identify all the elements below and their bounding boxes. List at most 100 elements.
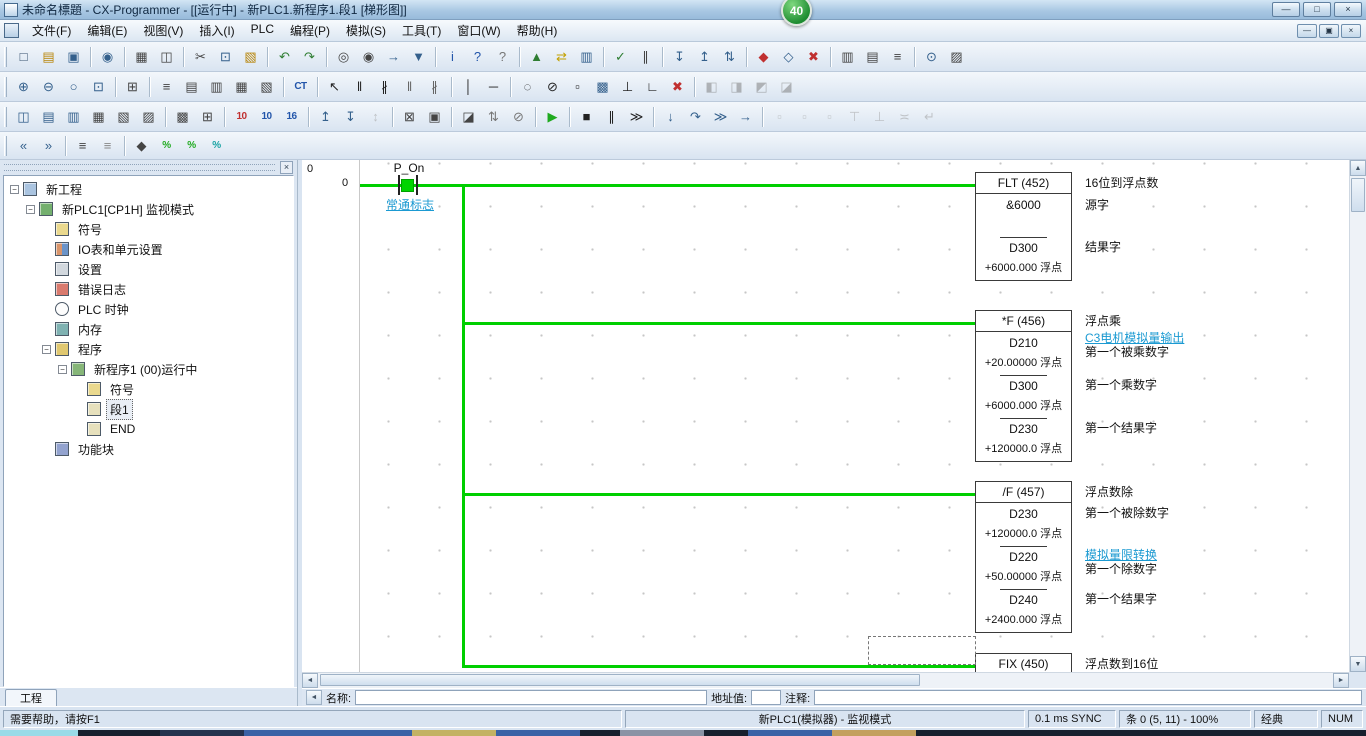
address-reference-tool-icon[interactable]: ▩	[171, 105, 194, 128]
step-into-icon[interactable]: ↓	[659, 105, 682, 128]
horizontal-scroll-thumb[interactable]	[320, 674, 920, 686]
tree-item[interactable]: 设置	[4, 259, 293, 279]
taskbar-app[interactable]	[160, 730, 244, 736]
online-edit-cancel-icon[interactable]: ⊘	[507, 105, 530, 128]
tree-item[interactable]: PLC 时钟	[4, 299, 293, 319]
menu-item[interactable]: 模拟(S)	[338, 20, 394, 41]
operand-row[interactable]: D230+120000.0 浮点	[976, 418, 1071, 461]
go-next-reference-icon[interactable]: ↧	[339, 105, 362, 128]
download-to-plc-icon[interactable]: ↧	[668, 45, 691, 68]
force-cancel-icon[interactable]: ✖	[802, 45, 825, 68]
io-comment-view-icon[interactable]: ≡	[886, 45, 909, 68]
run-mode-icon[interactable]: ▶	[541, 105, 564, 128]
line-connect-mode-icon[interactable]: ∟	[641, 75, 664, 98]
address-field-input[interactable]	[751, 690, 781, 705]
rung-wrap-view-icon[interactable]: ≡	[71, 134, 94, 157]
outdent-rung-icon[interactable]: «	[12, 134, 35, 157]
zoom-out-icon[interactable]: ⊖	[37, 75, 60, 98]
ladder-diagram-area[interactable]: 0 0 P_On 常通标志 FLT (452)&6000D300+6000.00…	[302, 160, 1349, 672]
rung-list-view-icon[interactable]: ≡	[96, 134, 119, 157]
new-or-closed-contact-icon[interactable]: ∦	[423, 75, 446, 98]
select-mode-icon[interactable]: ↖	[323, 75, 346, 98]
open-file-icon[interactable]: ▤	[37, 45, 60, 68]
context-help-icon[interactable]: ?	[491, 45, 514, 68]
symbol-comment-link[interactable]: 模拟量限转换	[1085, 548, 1157, 562]
differential-monitor-icon[interactable]: ⊠	[398, 105, 421, 128]
menu-item[interactable]: PLC	[243, 20, 282, 41]
paste-icon[interactable]: ▧	[239, 45, 262, 68]
taskbar-app[interactable]	[748, 730, 832, 736]
new-coil-icon[interactable]: ◌	[516, 75, 539, 98]
menu-item[interactable]: 帮助(H)	[509, 20, 566, 41]
tree-item[interactable]: −程序	[4, 339, 293, 359]
operand-row[interactable]: D230+120000.0 浮点	[976, 503, 1071, 546]
operand-row[interactable]: D300+6000.000 浮点	[976, 237, 1071, 280]
taskbar-app[interactable]	[832, 730, 916, 736]
data-trace-icon[interactable]: ▣	[423, 105, 446, 128]
tile-vertical-icon[interactable]: ▥	[62, 105, 85, 128]
go-previous-reference-icon[interactable]: ↥	[314, 105, 337, 128]
display-signed-decimal-icon[interactable]: 10	[255, 105, 278, 128]
operand-row[interactable]: D220+50.00000 浮点	[976, 546, 1071, 589]
name-field-input[interactable]	[355, 690, 707, 705]
taskbar-app[interactable]	[78, 730, 160, 736]
tree-expand-toggle[interactable]: −	[10, 185, 19, 194]
monitor-window-icon[interactable]: ⊞	[196, 105, 219, 128]
new-instruction-icon[interactable]: ▫	[566, 75, 589, 98]
scroll-right-icon[interactable]: ►	[1333, 673, 1349, 688]
cross-reference-icon[interactable]: ▤	[861, 45, 884, 68]
compile-program-icon[interactable]: ▲	[525, 45, 548, 68]
undo-icon[interactable]: ↶	[273, 45, 296, 68]
symbol-comment-link[interactable]: C3电机模拟量输出	[1085, 331, 1184, 345]
monitor-power-flow-icon[interactable]: %	[180, 134, 203, 157]
toggle-bookmark-icon[interactable]: ▼	[407, 45, 430, 68]
taskbar-start-area[interactable]	[0, 730, 78, 736]
scroll-left-icon[interactable]: ◄	[302, 673, 318, 688]
tree-item[interactable]: 符号	[4, 219, 293, 239]
contact-p-on[interactable]	[401, 179, 414, 192]
menu-item[interactable]: 编程(P)	[282, 20, 338, 41]
step-over-icon[interactable]: ↷	[684, 105, 707, 128]
menu-item[interactable]: 工具(T)	[394, 20, 449, 41]
new-closed-contact-icon[interactable]: ∦	[373, 75, 396, 98]
new-file-icon[interactable]: □	[12, 45, 35, 68]
menu-item[interactable]: 文件(F)	[24, 20, 79, 41]
menu-item[interactable]: 插入(I)	[191, 20, 242, 41]
help-topics-icon[interactable]: ?	[466, 45, 489, 68]
indent-rung-icon[interactable]: »	[37, 134, 60, 157]
tree-item[interactable]: 符号	[4, 379, 293, 399]
tree-item[interactable]: 功能块	[4, 439, 293, 459]
pause-monitoring-icon[interactable]: ∥	[634, 45, 657, 68]
print-icon[interactable]: ▦	[130, 45, 153, 68]
tree-item[interactable]: 段1	[4, 399, 293, 419]
mdi-close-button[interactable]: ×	[1341, 24, 1361, 38]
tab-project[interactable]: 工程	[5, 689, 57, 706]
operand-row[interactable]: D300+6000.000 浮点	[976, 375, 1071, 418]
pause-mode-icon[interactable]: ∥	[600, 105, 623, 128]
new-contact-icon[interactable]: ‖	[348, 75, 371, 98]
compare-with-plc-icon[interactable]: ⇅	[718, 45, 741, 68]
monitor-mode-icon[interactable]: ▥	[575, 45, 598, 68]
tree-expand-toggle[interactable]: −	[58, 365, 67, 374]
tree-item[interactable]: −新PLC1[CP1H] 监视模式	[4, 199, 293, 219]
program-check-icon[interactable]: ✓	[609, 45, 632, 68]
instruction-block[interactable]: FLT (452)&6000D300+6000.000 浮点	[975, 172, 1072, 281]
power-flow-marker-icon[interactable]: ◆	[130, 134, 153, 157]
mdi-minimize-button[interactable]: —	[1297, 24, 1317, 38]
toolbar-grip[interactable]	[4, 107, 7, 127]
toolbar-grip[interactable]	[4, 47, 7, 67]
close-button[interactable]: ×	[1334, 2, 1362, 17]
toolbar-grip[interactable]	[4, 77, 7, 97]
online-edit-send-icon[interactable]: ⇅	[482, 105, 505, 128]
instruction-block[interactable]: /F (457)D230+120000.0 浮点D220+50.00000 浮点…	[975, 481, 1072, 633]
scroll-up-icon[interactable]: ▲	[1350, 160, 1366, 176]
tree-item[interactable]: END	[4, 419, 293, 439]
save-file-icon[interactable]: ▣	[62, 45, 85, 68]
tree-expand-toggle[interactable]: −	[42, 345, 51, 354]
work-online-icon[interactable]: ⇄	[550, 45, 573, 68]
zoom-to-fit-icon[interactable]: ⊡	[87, 75, 110, 98]
about-icon[interactable]: i	[441, 45, 464, 68]
show-project-workspace-icon[interactable]: ▦	[87, 105, 110, 128]
print-preview-icon[interactable]: ◫	[155, 45, 178, 68]
display-hex-icon[interactable]: 16	[280, 105, 303, 128]
